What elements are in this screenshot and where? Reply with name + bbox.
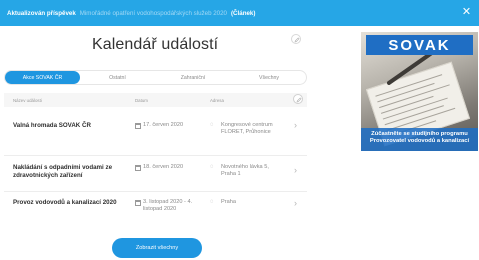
events-calendar: Kalendář událostí Akce SOVAK ČR Ostatní … (2, 28, 309, 258)
event-date: 17. červen 2020 (135, 122, 205, 129)
calendar-icon (135, 122, 141, 129)
event-date-text: 18. červen 2020 (143, 164, 184, 170)
ad-banner[interactable]: SOVAK Zúčastněte se studijního programu … (361, 32, 478, 151)
table-row[interactable]: Provoz vodovodů a kanalizací 2020 3. lis… (4, 198, 307, 228)
column-date: Datum (135, 98, 148, 103)
event-place-text: Novotného lávka 5, Praha 1 (221, 164, 269, 177)
event-tabs: Akce SOVAK ČR Ostatní Zahraniční Všechny (4, 70, 307, 85)
calendar-icon (135, 164, 141, 171)
event-name[interactable]: Valná hromada SOVAK ČR (13, 122, 128, 130)
page-title: Kalendář událostí (92, 36, 219, 53)
event-date-text: 3. listopad 2020 - 4. listopad 2020 (143, 199, 193, 212)
column-address: Adresa (210, 98, 224, 103)
tab-akce-sovak[interactable]: Akce SOVAK ČR (5, 71, 80, 84)
close-icon[interactable]: ✕ (461, 7, 472, 18)
sovak-logo: SOVAK (366, 35, 473, 55)
event-name[interactable]: Nakládání s odpadními vodami ze zdravotn… (13, 164, 131, 180)
divider (4, 191, 307, 192)
event-place: ◌ Praha (210, 199, 285, 206)
tab-ostatni[interactable]: Ostatní (80, 71, 155, 84)
event-place-text: Kongresové centrum FLORET, Průhonice (221, 122, 273, 135)
table-row[interactable]: Nakládání s odpadními vodami ze zdravotn… (4, 162, 307, 190)
tab-zahranicni[interactable]: Zahraniční (155, 71, 231, 84)
event-date-text: 17. červen 2020 (143, 122, 184, 128)
event-date: 3. listopad 2020 - 4. listopad 2020 (135, 199, 207, 213)
pencil-icon[interactable] (291, 34, 301, 44)
pencil-icon[interactable] (293, 94, 303, 104)
table-row[interactable]: Valná hromada SOVAK ČR 17. červen 2020 ◌… (4, 119, 307, 154)
chevron-right-icon[interactable]: › (294, 165, 297, 175)
location-pin-icon: ◌ (210, 199, 214, 205)
notice-link[interactable]: (Článek) (231, 10, 255, 17)
event-place-text: Praha (221, 199, 236, 205)
notification-bar: Aktualizován příspěvek Mimořádné opatřen… (0, 0, 479, 26)
event-place: ◌ Novotného lávka 5, Praha 1 (210, 164, 285, 178)
divider (4, 155, 307, 156)
event-place: ◌ Kongresové centrum FLORET, Průhonice (210, 122, 285, 136)
event-name[interactable]: Provoz vodovodů a kanalizací 2020 (13, 199, 138, 207)
notice-label: Aktualizován příspěvek (7, 9, 76, 17)
chevron-right-icon[interactable]: › (294, 198, 297, 208)
ad-caption: Zúčastněte se studijního programu Provoz… (361, 128, 478, 151)
tab-vsechny[interactable]: Všechny (231, 71, 307, 84)
chevron-right-icon[interactable]: › (294, 120, 297, 130)
location-pin-icon: ◌ (210, 122, 214, 128)
table-header: Název události Datum Adresa (4, 93, 307, 107)
calendar-icon (135, 199, 141, 206)
show-all-button[interactable]: Zobrazit všechny (112, 238, 202, 258)
notice-title[interactable]: Mimořádné opatření vodohospodářských slu… (80, 10, 227, 17)
event-date: 18. červen 2020 (135, 164, 205, 171)
logo-text: SOVAK (388, 36, 451, 54)
column-name: Název události (13, 98, 42, 103)
location-pin-icon: ◌ (210, 164, 214, 170)
